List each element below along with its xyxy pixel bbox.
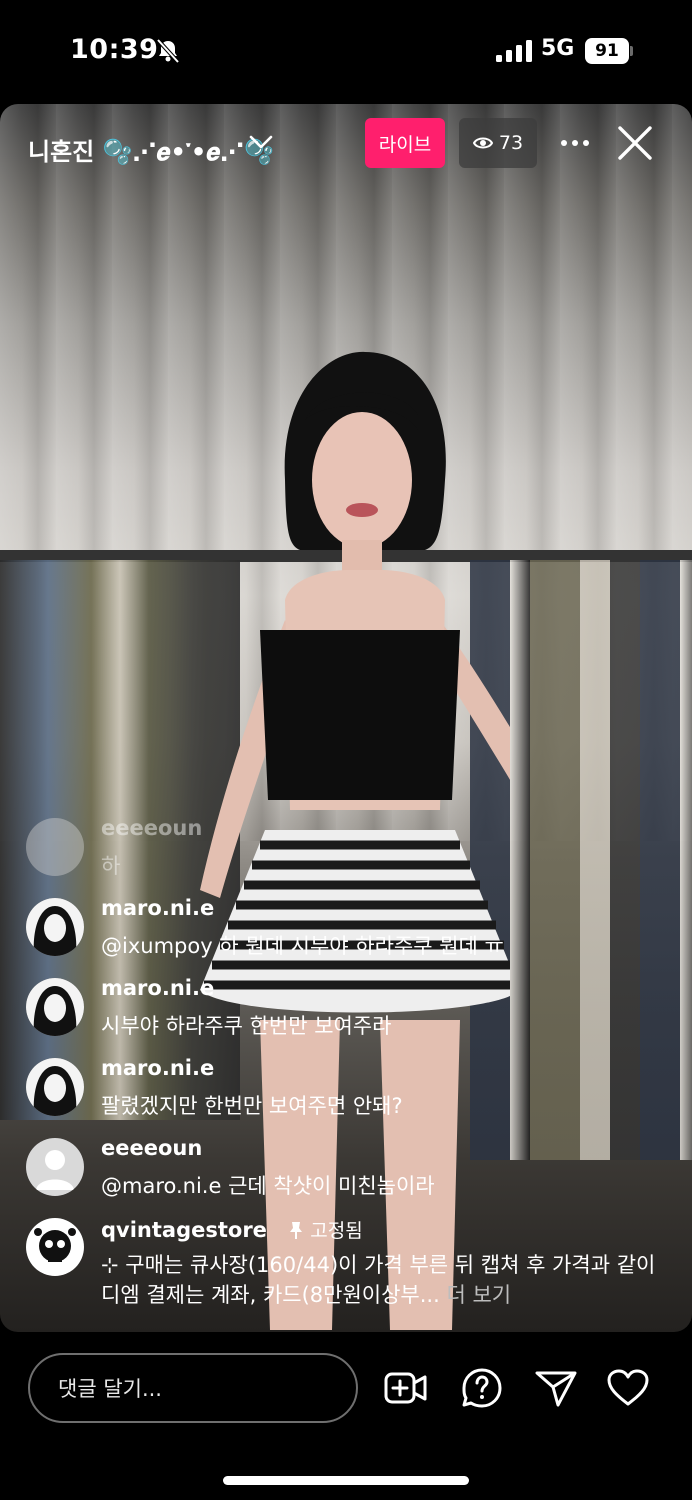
more-icon [561,140,589,146]
host-name[interactable]: 니혼진 🫧⋰𝒆•༌•𝒆⋰🫧 [28,126,274,193]
comment-username-row: qvintagestore 고정됨 [101,1216,363,1243]
pinned-tag: 고정됨 [288,1220,363,1242]
avatar[interactable] [26,1138,84,1196]
comment-text: @ixumpoy 하 뭔데 시부야 하라주쿠 뭔데 ㅠ [101,934,504,958]
battery-cap [630,46,633,56]
question-icon[interactable] [460,1368,504,1408]
comment-username[interactable]: maro.ni.e [101,976,214,1000]
avatar[interactable] [26,1218,84,1276]
comment-text: 팔렸겠지만 한번만 보여주면 안돼? [101,1094,403,1118]
see-more-link[interactable]: 더 보기 [446,1283,511,1307]
comment-username[interactable]: maro.ni.e [101,1056,214,1080]
avatar[interactable] [26,1058,84,1116]
close-icon[interactable] [616,124,654,162]
avatar[interactable] [26,978,84,1036]
comment-text: ⊹ 구매는 큐사장(160/44)이 가격 부른 뒤 캡쳐 후 가격과 같이 디… [101,1250,676,1310]
comment-text: 시부야 하라주쿠 한번만 보여주라 [101,1014,392,1038]
status-time: 10:39 [70,34,159,65]
avatar[interactable] [26,818,84,876]
battery-icon: 91 [585,38,629,64]
chevron-down-icon[interactable] [248,132,274,152]
network-type: 5G [541,36,575,61]
comment-input[interactable]: 댓글 달기... [28,1353,358,1423]
viewer-count-badge[interactable]: 73 [459,118,537,168]
comment-placeholder: 댓글 달기... [58,1377,162,1401]
pinned-comment-text: ⊹ 구매는 큐사장(160/44)이 가격 부른 뒤 캡쳐 후 가격과 같이 디… [101,1253,656,1307]
comment-username[interactable]: eeeeoun [101,1136,202,1160]
comment-username[interactable]: maro.ni.e [101,896,214,920]
pinned-label: 고정됨 [310,1220,363,1242]
avatar-image [26,1058,84,1116]
heart-icon[interactable] [606,1368,650,1408]
skull-logo-icon [26,1218,84,1276]
comment-username[interactable]: qvintagestore [101,1218,267,1242]
comment-text: @maro.ni.e 근데 착샷이 미친놈이라 [101,1174,435,1198]
eye-icon [472,137,493,149]
status-bar: 10:39 5G 91 [0,0,692,104]
comment-username[interactable]: eeeeoun [101,816,202,840]
more-options-button[interactable] [558,128,592,158]
live-badge: 라이브 [365,118,445,168]
bottom-bar: 댓글 달기... [0,1332,692,1500]
bell-slash-icon [156,38,180,64]
live-header: 니혼진 🫧⋰𝒆•༌•𝒆⋰🫧 라이브 73 [0,104,692,184]
comment-text: 하 [101,854,121,878]
pin-icon [290,1222,303,1239]
avatar-image [26,898,84,956]
avatar[interactable] [26,898,84,956]
avatar-image [26,978,84,1036]
battery-level: 91 [595,41,619,61]
signal-icon [496,40,532,62]
viewer-count: 73 [498,132,524,154]
default-avatar-icon [26,1138,84,1196]
add-video-icon[interactable] [384,1368,428,1408]
send-icon[interactable] [534,1368,578,1408]
home-indicator [223,1476,469,1485]
